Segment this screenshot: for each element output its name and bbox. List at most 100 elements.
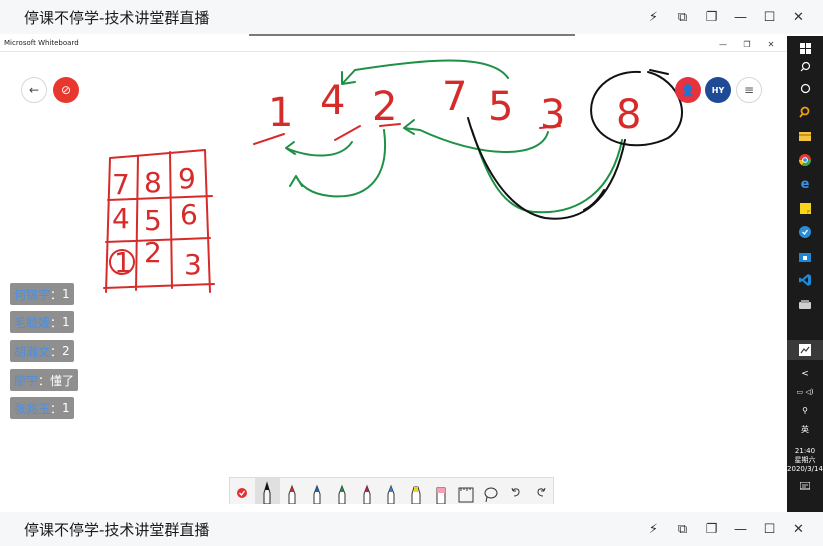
undo-button[interactable] bbox=[503, 478, 528, 504]
redo-button[interactable] bbox=[528, 478, 553, 504]
back-arrow-icon: ← bbox=[28, 83, 40, 97]
chat-separator: ： bbox=[50, 315, 63, 330]
row-digit-7: 8 bbox=[616, 92, 641, 138]
lightning-icon[interactable]: ⚡ bbox=[639, 518, 668, 540]
chat-message: 廖宇：懂了 bbox=[10, 369, 79, 391]
row-digit-2: 4 bbox=[320, 78, 345, 124]
minimize-button[interactable]: — bbox=[726, 518, 755, 540]
chat-separator: ： bbox=[50, 287, 63, 302]
chat-text: 1 bbox=[62, 315, 70, 329]
eraser[interactable] bbox=[429, 478, 454, 504]
window-title-bottom: 停课不停学-技术讲堂群直播 bbox=[24, 521, 210, 539]
windows-start-icon[interactable] bbox=[787, 40, 823, 56]
close-button[interactable]: ✕ bbox=[784, 518, 813, 540]
pen-blue-icon bbox=[313, 484, 321, 504]
ruler[interactable] bbox=[454, 478, 479, 504]
green-arrow-mid bbox=[403, 119, 549, 153]
eraser-icon bbox=[436, 487, 446, 504]
pen-black[interactable] bbox=[254, 478, 280, 504]
invite-button[interactable]: 👤 bbox=[675, 77, 701, 103]
restore-icon[interactable]: ❐ bbox=[697, 518, 726, 540]
chat-text: 2 bbox=[62, 344, 70, 358]
grid-digit-9: 9 bbox=[178, 162, 196, 195]
maximize-button[interactable]: ☐ bbox=[755, 518, 784, 540]
file-explorer-icon[interactable] bbox=[787, 128, 823, 144]
record-button[interactable]: ⊘ bbox=[53, 77, 79, 103]
grid-digit-4: 4 bbox=[112, 202, 130, 235]
pen-red-icon bbox=[288, 484, 296, 504]
green-arrow-long bbox=[341, 59, 509, 85]
chat-message: 何锦宇： 1 bbox=[10, 283, 74, 305]
undo-icon bbox=[511, 487, 520, 497]
menu-button[interactable]: ≡ bbox=[736, 77, 762, 103]
onedrive-icon[interactable] bbox=[787, 296, 823, 312]
app-blue-icon[interactable] bbox=[787, 224, 823, 240]
notification-icon[interactable] bbox=[787, 480, 823, 492]
chat-name: 胡瀚文 bbox=[14, 344, 51, 359]
chat-name: 毛毓娥 bbox=[14, 315, 51, 330]
pen-black-icon bbox=[263, 481, 271, 504]
clock-date[interactable]: 2020/3/14 bbox=[787, 465, 823, 474]
pen-red[interactable] bbox=[280, 478, 305, 504]
close-button[interactable]: ✕ bbox=[784, 6, 813, 28]
chat-name: 廖宇 bbox=[14, 373, 39, 388]
outer-title-bar-bottom: 停课不停学-技术讲堂群直播 ⚡ ⧉ ❐ — ☐ ✕ bbox=[0, 512, 823, 546]
chat-message: 胡瀚文： 2 bbox=[10, 340, 74, 362]
person-icon: 👤 bbox=[681, 83, 695, 97]
grid-digit-2: 2 bbox=[144, 236, 162, 269]
chat-message: 张兆玉： 1 bbox=[10, 397, 74, 419]
screen: 停课不停学-技术讲堂群直播 ⚡ ⧉ ❐ — ☐ ✕ Microsoft Whit… bbox=[0, 0, 823, 546]
outer-window-controls-bottom: ⚡ ⧉ ❐ — ☐ ✕ bbox=[639, 518, 813, 540]
clock-weekday[interactable]: 星期六 bbox=[787, 456, 823, 465]
pen-toolbar bbox=[229, 477, 554, 504]
edge-icon[interactable]: e bbox=[787, 176, 823, 192]
toolbar-toggle[interactable] bbox=[230, 478, 255, 504]
search-orange-icon[interactable] bbox=[787, 104, 823, 120]
back-button[interactable]: ← bbox=[21, 77, 47, 103]
grid-digit-7: 7 bbox=[112, 168, 130, 201]
grid-digit-6: 6 bbox=[180, 198, 198, 231]
highlighter-yellow[interactable] bbox=[404, 478, 429, 504]
clock-time[interactable]: 21:40 bbox=[787, 447, 823, 456]
vscode-icon[interactable] bbox=[787, 272, 823, 288]
toggle-icon bbox=[237, 488, 248, 498]
highlighter-icon bbox=[411, 486, 421, 504]
chat-text: 1 bbox=[62, 401, 70, 415]
pen-blue-2-icon bbox=[387, 484, 395, 504]
lasso-icon bbox=[484, 487, 498, 503]
lasso[interactable] bbox=[478, 478, 503, 504]
task-view-icon[interactable] bbox=[787, 80, 823, 96]
chat-message: 毛毓娥： 1 bbox=[10, 311, 74, 333]
pen-green[interactable] bbox=[329, 478, 354, 504]
network-icon[interactable]: ⚲ bbox=[787, 404, 823, 416]
chat-separator: ： bbox=[38, 373, 51, 388]
row-digit-5: 5 bbox=[488, 84, 513, 130]
chat-name: 何锦宇 bbox=[14, 287, 51, 302]
pen-red-2[interactable] bbox=[354, 478, 379, 504]
grid-digit-5: 5 bbox=[144, 204, 162, 237]
green-arrow-down bbox=[289, 129, 386, 198]
ink-layer: 1 4 2 7 5 3 8 7 8 9 4 5 6 1 2 3 bbox=[103, 59, 683, 293]
record-icon: ⊘ bbox=[60, 83, 72, 97]
chat-text: 懂了 bbox=[50, 373, 75, 388]
battery-volume-icons[interactable]: ▭ ◁) bbox=[787, 386, 823, 398]
redo-icon bbox=[537, 487, 546, 497]
pen-red-2-icon bbox=[363, 484, 371, 504]
ruler-icon bbox=[458, 487, 474, 503]
taskbar: e < ▭ ◁) ⚲ 英 21:40 星期六 2020/3/14 bbox=[787, 36, 823, 512]
whiteboard-taskbar-icon[interactable] bbox=[787, 340, 823, 360]
store-icon[interactable] bbox=[787, 248, 823, 264]
screen-share-icon[interactable]: ⧉ bbox=[668, 518, 697, 540]
avatar[interactable]: HY bbox=[705, 77, 731, 103]
pen-blue[interactable] bbox=[305, 478, 330, 504]
chat-text: 1 bbox=[62, 287, 70, 301]
chat-name: 张兆玉 bbox=[14, 401, 51, 416]
search-icon[interactable] bbox=[787, 58, 823, 74]
chat-separator: ： bbox=[50, 401, 63, 416]
pen-blue-2[interactable] bbox=[379, 478, 404, 504]
tray-chevron[interactable]: < bbox=[787, 370, 823, 379]
pen-green-icon bbox=[338, 484, 346, 504]
chrome-icon[interactable] bbox=[787, 152, 823, 168]
sticky-notes-icon[interactable] bbox=[787, 200, 823, 216]
input-language[interactable]: 英 bbox=[787, 425, 823, 434]
